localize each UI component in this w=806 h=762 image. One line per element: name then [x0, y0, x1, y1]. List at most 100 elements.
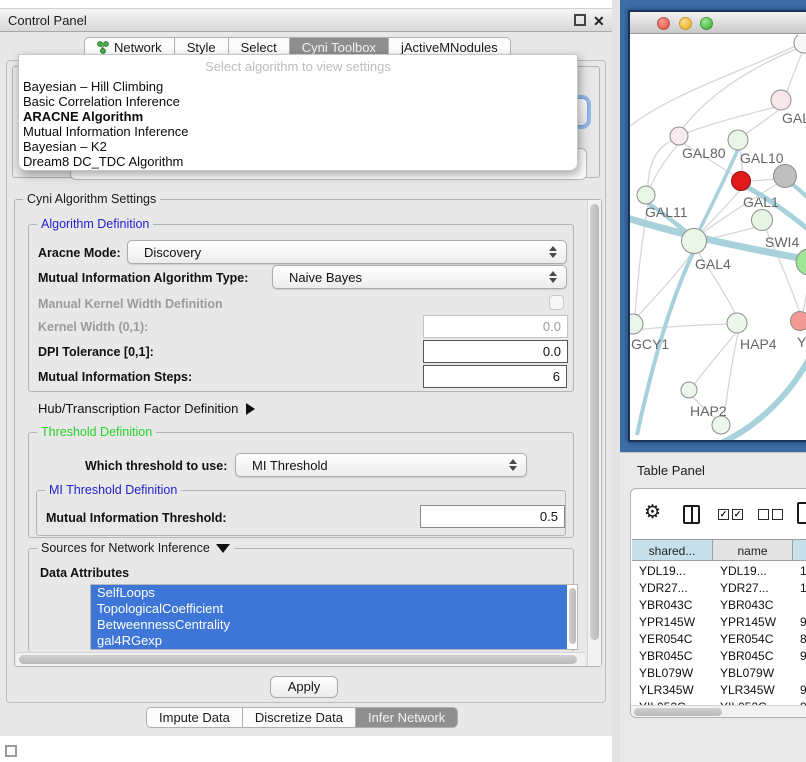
manual-kernel-label: Manual Kernel Width Definition [38, 297, 223, 311]
column-header-name[interactable]: name [713, 539, 793, 561]
split-columns-icon[interactable] [683, 505, 700, 524]
algorithm-option-selected[interactable]: ARACNE Algorithm [23, 109, 573, 124]
algorithm-option[interactable]: Basic Correlation Inference [23, 94, 573, 109]
node-unnamed-top[interactable] [794, 35, 806, 53]
settings-horizontal-scrollbar[interactable] [16, 652, 585, 666]
list-scrollbar-thumb[interactable] [569, 588, 576, 644]
algorithm-option[interactable]: Mutual Information Inference [23, 124, 573, 139]
node-gal10[interactable] [728, 130, 748, 150]
float-window-icon[interactable] [5, 745, 17, 757]
threshold-definition-title: Threshold Definition [37, 425, 156, 439]
node-gal4[interactable] [682, 229, 707, 254]
kernel-width-field[interactable]: 0.0 [423, 315, 568, 338]
node-hap4[interactable] [727, 313, 747, 333]
mi-threshold-field[interactable]: 0.5 [420, 505, 565, 528]
node-gal1-selected[interactable] [732, 172, 751, 191]
table-cell[interactable]: YBL079W [632, 665, 712, 682]
zoom-traffic-light-icon[interactable] [700, 17, 713, 30]
node-unnamed-green[interactable] [796, 249, 806, 275]
list-item[interactable]: TopologicalCoefficient [91, 601, 567, 617]
kernel-width-label: Kernel Width (0,1): [38, 320, 148, 334]
which-threshold-combo[interactable]: MI Threshold [235, 453, 527, 477]
sources-group-title: Sources for Network Inference [37, 541, 234, 555]
node-gal11[interactable] [637, 186, 655, 204]
tab-infer-network[interactable]: Infer Network [356, 707, 458, 728]
algorithm-option[interactable]: Dream8 DC_TDC Algorithm [23, 154, 573, 169]
apply-button[interactable]: Apply [270, 676, 338, 698]
table-cell[interactable]: YPR145W [632, 614, 712, 631]
table-horizontal-scrollbar[interactable] [631, 705, 806, 718]
network-window-titlebar[interactable] [630, 12, 806, 34]
table-cell[interactable]: YDR27... [713, 580, 793, 597]
aracne-mode-label: Aracne Mode: [38, 246, 121, 260]
algorithm-option[interactable]: Bayesian – K2 [23, 139, 573, 154]
mi-steps-field[interactable]: 6 [423, 365, 567, 388]
data-attributes-list[interactable]: SelfLoops TopologicalCoefficient Between… [90, 584, 578, 650]
float-window-icon[interactable] [574, 14, 586, 26]
settings-vertical-scrollbar-thumb[interactable] [590, 204, 599, 640]
select-all-columns-icon[interactable]: ✓ ✓ [718, 509, 743, 520]
combo-arrows-icon [509, 459, 517, 471]
node-gal2[interactable] [771, 90, 791, 110]
table-cell[interactable] [793, 665, 806, 682]
table-cell[interactable]: YER054C [632, 631, 712, 648]
table-cell[interactable]: YDL19... [713, 563, 793, 580]
table-cell[interactable]: 13 [793, 563, 806, 580]
table-cell[interactable]: YBR045C [632, 648, 712, 665]
panel-divider[interactable] [612, 0, 620, 762]
node-label: GAL2 [782, 110, 806, 126]
table-cell[interactable]: 12 [793, 580, 806, 597]
network-view-window[interactable]: GAL2 GAL80 GAL10 GAL1 GAL11 SWI4 GAL4 GC… [628, 10, 806, 442]
table-cell[interactable]: 9. [793, 614, 806, 631]
function-builder-icon[interactable] [797, 502, 806, 524]
algorithm-option[interactable]: Bayesian – Hill Climbing [23, 79, 573, 94]
table-cell[interactable]: YBR045C [713, 648, 793, 665]
settings-horizontal-scrollbar-thumb[interactable] [19, 655, 577, 664]
column-header-partial[interactable] [793, 539, 806, 561]
node-swi4[interactable] [752, 210, 773, 231]
table-cell[interactable] [793, 597, 806, 614]
node-salmon[interactable] [791, 312, 806, 331]
table-cell[interactable]: 8. [793, 631, 806, 648]
hub-definition-toggle[interactable]: Hub/Transcription Factor Definition [38, 400, 255, 418]
table-cell[interactable]: YDR27... [632, 580, 712, 597]
which-threshold-label: Which threshold to use: [85, 459, 227, 473]
table-cell[interactable]: YBL079W [713, 665, 793, 682]
minimize-traffic-light-icon[interactable] [679, 17, 692, 30]
tab-discretize-data[interactable]: Discretize Data [243, 707, 356, 728]
table-cell[interactable]: 9. [793, 682, 806, 699]
unselect-all-columns-icon[interactable] [758, 509, 783, 520]
node-hap2[interactable] [681, 382, 697, 398]
mi-threshold-group-title: MI Threshold Definition [45, 483, 181, 497]
gear-icon[interactable]: ⚙ [644, 503, 661, 522]
node-label: HAP4 [740, 336, 777, 352]
node-label: SWI4 [765, 234, 799, 250]
table-cell[interactable]: 9. [793, 648, 806, 665]
node-gal80[interactable] [670, 127, 688, 145]
node-gcy1[interactable] [630, 314, 643, 334]
list-item[interactable]: BetweennessCentrality [91, 617, 567, 633]
node-unnamed-gray[interactable] [774, 165, 797, 188]
tab-impute-data[interactable]: Impute Data [146, 707, 243, 728]
table-cell[interactable]: YBR043C [713, 597, 793, 614]
table-cell[interactable]: YER054C [713, 631, 793, 648]
table-cell[interactable]: YPR145W [713, 614, 793, 631]
close-icon[interactable]: ✕ [593, 14, 605, 28]
column-header-shared-name[interactable]: shared... [632, 539, 713, 561]
table-cell[interactable]: YDL19... [632, 563, 712, 580]
settings-vertical-scrollbar[interactable] [587, 200, 601, 666]
list-item[interactable]: gal4RGexp [91, 633, 567, 649]
mi-steps-label: Mutual Information Steps: [38, 370, 192, 384]
close-traffic-light-icon[interactable] [657, 17, 670, 30]
table-cell[interactable]: YBR043C [632, 597, 712, 614]
table-cell[interactable]: YLR345W [632, 682, 712, 699]
table-horizontal-scrollbar-thumb[interactable] [634, 708, 722, 716]
aracne-mode-combo[interactable]: Discovery [127, 240, 567, 264]
dpi-tolerance-field[interactable]: 0.0 [423, 340, 568, 363]
mi-type-combo[interactable]: Naive Bayes [272, 265, 567, 289]
list-item[interactable]: SelfLoops [91, 585, 567, 601]
dropdown-hint: Select algorithm to view settings [19, 59, 577, 74]
panel-title: Control Panel [8, 13, 87, 28]
table-cell[interactable]: YLR345W [713, 682, 793, 699]
manual-kernel-checkbox[interactable] [549, 295, 564, 310]
